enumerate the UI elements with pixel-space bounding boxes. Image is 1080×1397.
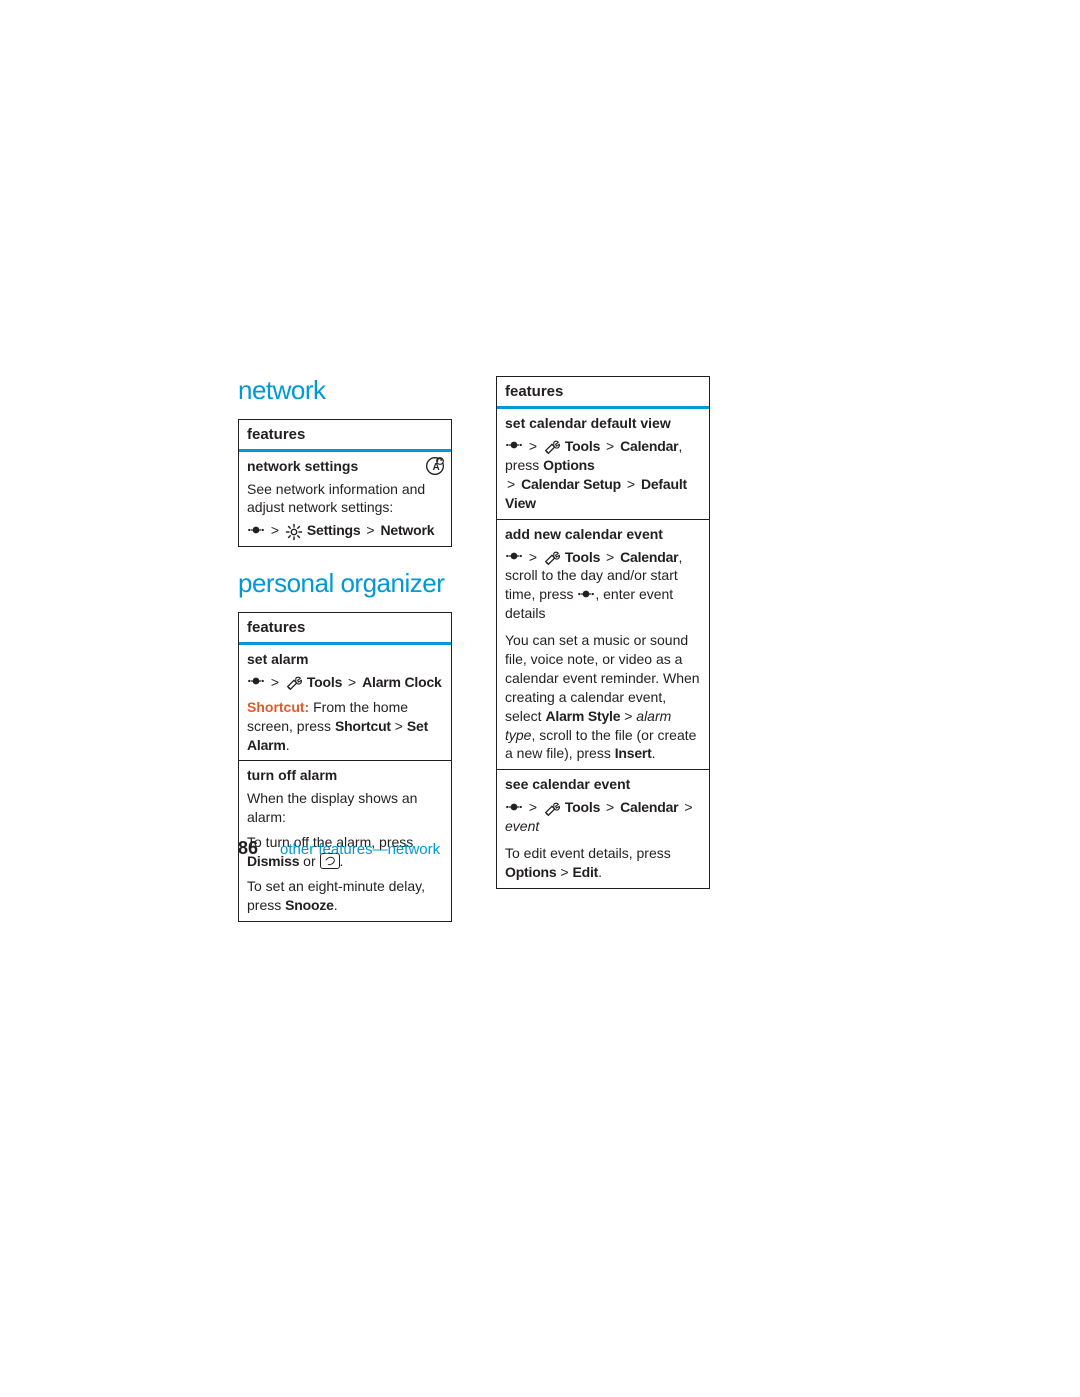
- nav-path: > Tools > Alarm Clock: [247, 673, 443, 692]
- features-header: features: [239, 613, 451, 645]
- features-box-organizer: features set alarm > Tools > Alarm Clock…: [238, 612, 452, 922]
- tools-icon: [543, 549, 561, 565]
- features-box-network: features network settings See network in…: [238, 419, 452, 548]
- row-desc: See network information and adjust netwo…: [247, 480, 443, 518]
- center-key-icon: [247, 524, 265, 538]
- page-footer: 86 other features—network: [238, 838, 440, 859]
- nav-path: > Settings > Network: [247, 521, 443, 540]
- nav-path: > Tools > Calendar > event: [505, 798, 701, 836]
- nav-path: > Tools > Calendar, scroll to the day an…: [505, 548, 701, 624]
- tools-icon: [543, 438, 561, 454]
- row-set-alarm: set alarm > Tools > Alarm Clock Shortcut…: [239, 645, 451, 762]
- row-title: set calendar default view: [505, 415, 701, 431]
- row-title: see calendar event: [505, 776, 701, 792]
- page-number: 86: [238, 838, 258, 859]
- center-key-icon: [505, 801, 523, 815]
- paragraph: You can set a music or sound file, voice…: [505, 631, 701, 763]
- tools-icon: [543, 800, 561, 816]
- tools-icon: [285, 674, 303, 690]
- row-title: add new calendar event: [505, 526, 701, 542]
- row-set-default-view: set calendar default view > Tools > Cale…: [497, 409, 709, 520]
- features-header: features: [497, 377, 709, 409]
- shortcut-line: Shortcut: From the home screen, press Sh…: [247, 698, 443, 755]
- footer-section-title: other features—network: [280, 841, 440, 858]
- heading-network: network: [238, 376, 450, 405]
- center-key-icon: [247, 675, 265, 689]
- row-add-event: add new calendar event > Tools > Calenda…: [497, 520, 709, 771]
- nav-path: > Tools > Calendar, press Options > Cale…: [505, 437, 701, 513]
- center-key-icon: [577, 588, 595, 602]
- settings-icon: [285, 523, 303, 539]
- heading-personal-organizer: personal organizer: [238, 569, 450, 598]
- row-see-event: see calendar event > Tools > Calendar > …: [497, 770, 709, 888]
- features-box-calendar: features set calendar default view > Too…: [496, 376, 710, 889]
- shortcut-label: Shortcut:: [247, 699, 309, 715]
- center-key-icon: [505, 439, 523, 453]
- center-key-icon: [505, 550, 523, 564]
- row-title: turn off alarm: [247, 767, 443, 783]
- row-title: network settings: [247, 458, 443, 474]
- line: To set an eight-minute delay, press Snoo…: [247, 877, 443, 915]
- line: When the display shows an alarm:: [247, 789, 443, 827]
- features-header: features: [239, 420, 451, 452]
- right-column: features set calendar default view > Too…: [496, 376, 708, 922]
- line: To edit event details, press Options > E…: [505, 844, 701, 882]
- row-title: set alarm: [247, 651, 443, 667]
- row-network-settings: network settings See network information…: [239, 452, 451, 547]
- operator-badge-icon: [425, 456, 445, 476]
